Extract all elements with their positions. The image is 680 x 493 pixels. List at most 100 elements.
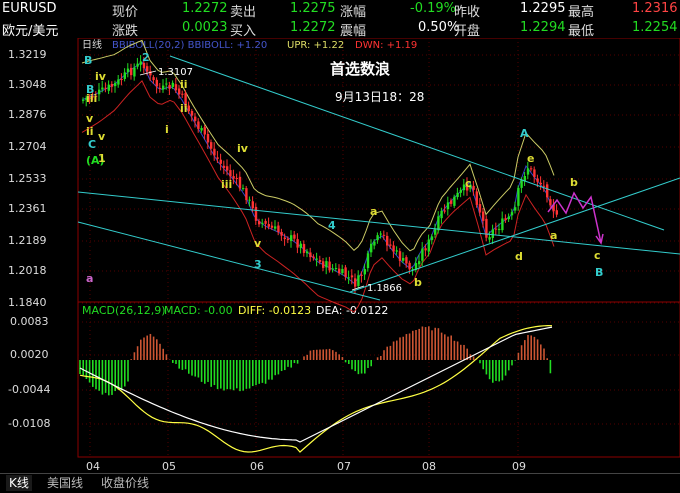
candle-body bbox=[421, 248, 424, 261]
bid-value: 1.2275 bbox=[290, 1, 336, 16]
tab-ohlc[interactable]: 美国线 bbox=[44, 475, 86, 491]
candle-body bbox=[126, 68, 130, 73]
macd-axis: 0.0083 0.0020 -0.0044 -0.0108 bbox=[8, 315, 50, 430]
candle-body bbox=[386, 235, 389, 246]
candle-body bbox=[482, 211, 485, 221]
candle-body bbox=[382, 234, 386, 236]
period-label: 日线 bbox=[82, 38, 102, 51]
candle-body bbox=[200, 127, 203, 131]
month-label: 04 bbox=[86, 460, 100, 473]
wave-label: a bbox=[370, 205, 377, 218]
candle-body bbox=[546, 184, 549, 198]
candle-body bbox=[302, 244, 306, 253]
price-chart[interactable]: 1.3219 1.3048 1.2876 1.2704 1.2533 1.236… bbox=[0, 38, 680, 473]
candle-body bbox=[437, 216, 440, 231]
candle-body bbox=[520, 179, 523, 188]
chart-type-tabs: K线 美国线 收盘价线 bbox=[0, 473, 680, 493]
candle-body bbox=[187, 105, 190, 112]
candle-body bbox=[149, 71, 152, 76]
low-annotation: 1.1866 bbox=[367, 283, 402, 294]
month-label: 09 bbox=[512, 460, 526, 473]
candle-body bbox=[430, 236, 434, 241]
candle-body bbox=[498, 228, 501, 230]
candle-body bbox=[453, 196, 456, 206]
candle-body bbox=[322, 261, 325, 268]
candle-body bbox=[267, 224, 270, 227]
candle-body bbox=[283, 237, 286, 240]
candle-body bbox=[146, 66, 149, 72]
candle-body bbox=[152, 77, 155, 81]
low-value: 1.2254 bbox=[632, 20, 678, 35]
tab-kline[interactable]: K线 bbox=[6, 475, 32, 491]
wave-label: v bbox=[86, 112, 94, 125]
candle-body bbox=[232, 176, 235, 179]
macd-title: MACD(26,12,9) bbox=[82, 304, 166, 317]
candle-body bbox=[418, 261, 421, 265]
macd-value: MACD: -0.00 bbox=[164, 304, 233, 317]
month-label: 07 bbox=[337, 460, 351, 473]
candle-body bbox=[226, 166, 229, 171]
candle-body bbox=[155, 79, 158, 87]
candle-body bbox=[107, 84, 110, 91]
candle-body bbox=[206, 134, 210, 143]
candle-body bbox=[334, 267, 338, 269]
wave-label: ii bbox=[86, 125, 94, 138]
dwn-label: DWN: +1.19 bbox=[355, 40, 417, 51]
open-value: 1.2294 bbox=[520, 20, 566, 35]
candle-body bbox=[427, 239, 430, 252]
tab-close-line[interactable]: 收盘价线 bbox=[98, 475, 152, 491]
candle-body bbox=[443, 210, 446, 212]
candle-body bbox=[104, 87, 107, 89]
candle-body bbox=[120, 78, 123, 81]
candle-body bbox=[507, 216, 510, 220]
candle-body bbox=[392, 245, 395, 252]
candle-body bbox=[389, 244, 392, 246]
candle-body bbox=[491, 229, 494, 238]
candle-body bbox=[203, 127, 206, 135]
candle-body bbox=[504, 218, 507, 221]
chart-date: 9月13日18：28 bbox=[335, 90, 424, 104]
candle-body bbox=[197, 121, 200, 129]
candle-body bbox=[446, 202, 450, 210]
ask-label: 买入 bbox=[230, 24, 257, 39]
wave-label: B bbox=[84, 54, 92, 67]
candle-body bbox=[101, 87, 104, 90]
candle-body bbox=[424, 248, 427, 251]
candle-body bbox=[261, 222, 264, 224]
wave-label: b bbox=[414, 276, 422, 289]
candle-body bbox=[274, 226, 277, 229]
candle-body bbox=[542, 185, 546, 187]
wave-label: v bbox=[98, 130, 106, 143]
candle-body bbox=[315, 258, 318, 260]
candle-body bbox=[350, 275, 354, 278]
candle-body bbox=[181, 93, 184, 95]
candle-body bbox=[357, 275, 360, 286]
candle-body bbox=[171, 82, 174, 87]
candle-body bbox=[347, 277, 350, 279]
candle-body bbox=[363, 269, 366, 275]
candle-body bbox=[114, 83, 117, 87]
price-label: 1.2876 bbox=[8, 108, 47, 121]
pair-name: 欧元/美元 bbox=[2, 24, 59, 39]
candle-body bbox=[405, 257, 408, 264]
wave-label: c bbox=[594, 249, 601, 262]
macd-pane-frame bbox=[77, 301, 680, 458]
amp-label: 震幅 bbox=[340, 24, 367, 39]
month-label: 08 bbox=[422, 460, 436, 473]
candle-body bbox=[222, 165, 226, 168]
change-label: 涨跌 bbox=[112, 24, 139, 39]
macd-label: -0.0108 bbox=[8, 417, 50, 430]
wave-label: iv bbox=[237, 142, 249, 155]
wave-label: a bbox=[550, 229, 557, 242]
candle-body bbox=[338, 268, 341, 274]
candle-body bbox=[165, 83, 168, 85]
candle-body bbox=[168, 84, 171, 89]
candle-body bbox=[254, 206, 258, 221]
open-label: 开盘 bbox=[454, 24, 481, 39]
diff-value: DIFF: -0.0123 bbox=[238, 304, 311, 317]
high-label: 最高 bbox=[568, 5, 595, 20]
candle-body bbox=[501, 218, 504, 231]
candle-body bbox=[309, 252, 312, 258]
candle-body bbox=[549, 199, 552, 206]
candle-body bbox=[440, 210, 443, 219]
